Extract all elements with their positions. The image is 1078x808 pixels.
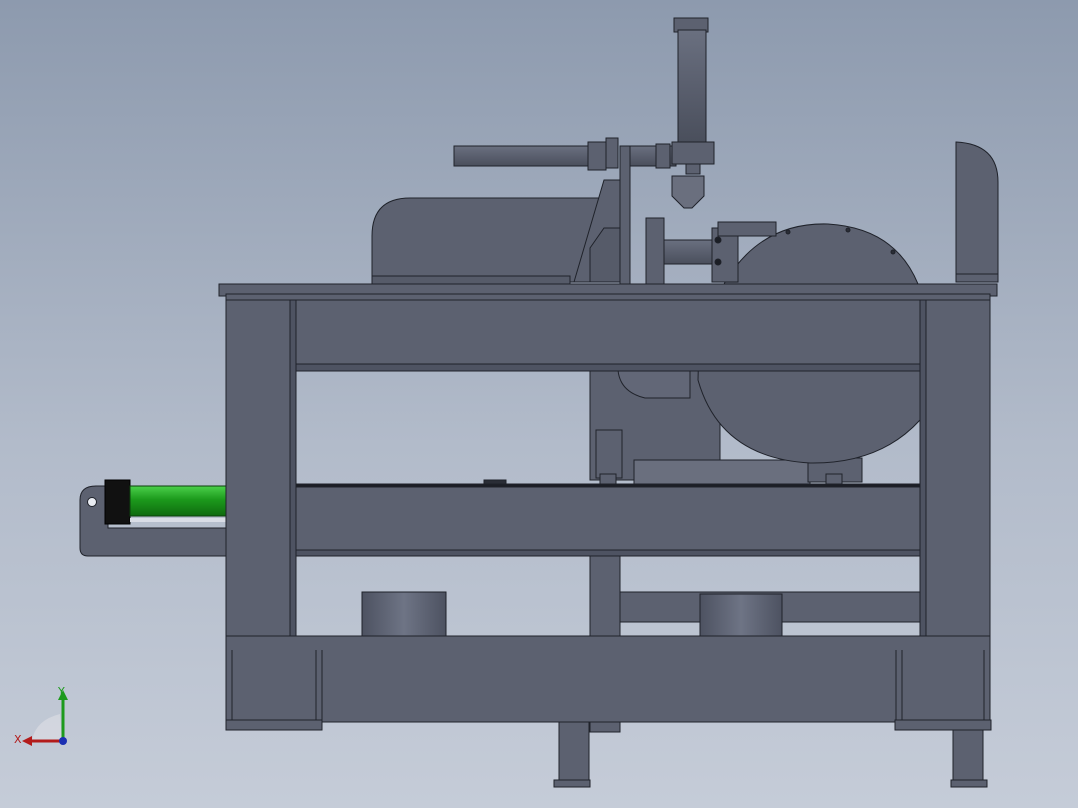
center-post: [589, 555, 621, 637]
foot-right: [950, 727, 988, 788]
middle-beam: [295, 483, 921, 557]
foot-left: [553, 719, 591, 788]
overhead-arm: [453, 141, 677, 171]
model-view[interactable]: [0, 0, 1078, 808]
frame-leg-left: [225, 295, 297, 637]
motor-housing: [371, 197, 601, 285]
lower-block-right: [699, 593, 783, 637]
frame-leg-right-inner: [919, 299, 927, 637]
base-beam: [225, 635, 992, 731]
guide-post: [645, 217, 665, 285]
upper-beam: [295, 299, 921, 371]
work-table: [218, 283, 998, 301]
axis-y-label: Y: [58, 685, 65, 698]
right-hood: [955, 141, 999, 283]
axis-x-label: X: [14, 733, 22, 746]
graphics-viewport[interactable]: Y X: [0, 0, 1078, 808]
vertical-cylinder: [671, 17, 715, 209]
frame-leg-left-inner: [289, 299, 297, 637]
lower-block-left: [361, 591, 447, 637]
frame-leg-right: [919, 295, 991, 637]
pneumatic-cylinder: [104, 479, 227, 525]
coordinate-triad: Y X: [10, 684, 80, 754]
